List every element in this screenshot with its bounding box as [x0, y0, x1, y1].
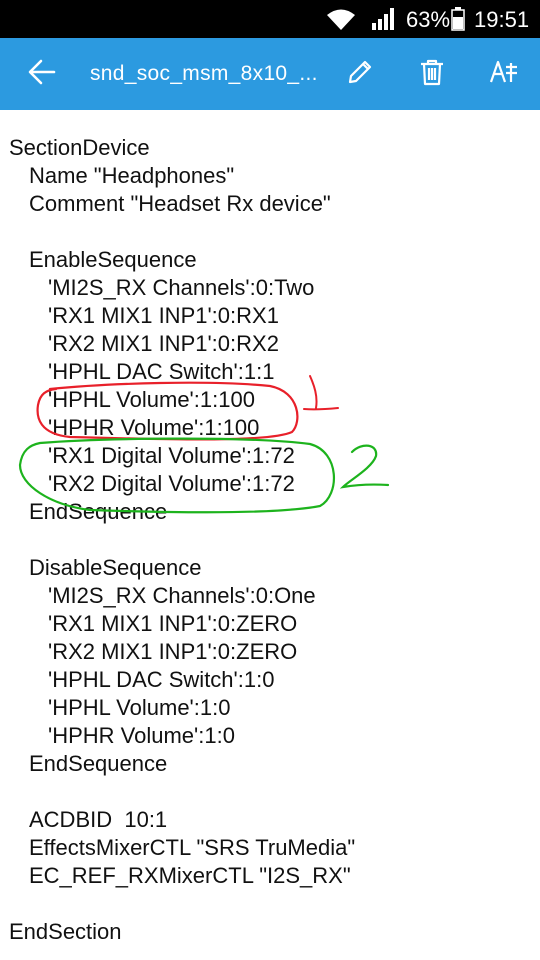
edit-pencil-icon — [346, 58, 374, 91]
document-line: EffectsMixerCTL "SRS TruMedia" — [29, 835, 356, 860]
document-line: 'RX2 MIX1 INP1':0:RX2 — [48, 331, 279, 356]
document-line: 'HPHL Volume':1:0 — [48, 695, 231, 720]
document-line: Name "Headphones" — [29, 163, 235, 188]
document-line: 'HPHR Volume':1:0 — [48, 723, 235, 748]
font-size-button[interactable] — [484, 38, 524, 110]
delete-button[interactable] — [412, 38, 452, 110]
document-line: 'MI2S_RX Channels':0:Two — [48, 275, 315, 300]
document-line: SectionDevice — [9, 135, 150, 160]
document-line: 'RX1 Digital Volume':1:72 — [48, 443, 295, 468]
back-button[interactable] — [20, 38, 64, 110]
wifi-icon — [326, 8, 356, 37]
document-line: DisableSequence — [29, 555, 202, 580]
back-arrow-icon — [28, 59, 56, 90]
document-line: EC_REF_RXMixerCTL "I2S_RX" — [29, 863, 351, 888]
file-title: snd_soc_msm_8x10_... — [90, 62, 318, 85]
document-line: 'HPHR Volume':1:100 — [48, 415, 260, 440]
document-line: 'MI2S_RX Channels':0:One — [48, 583, 316, 608]
clock: 19:51 — [474, 7, 530, 32]
document-content[interactable]: SectionDevice Name "Headphones" Comment "H… — [0, 134, 540, 946]
document-line: 'HPHL DAC Switch':1:0 — [48, 667, 275, 692]
document-line: EndSequence — [29, 499, 168, 524]
document-line: 'RX1 MIX1 INP1':0:RX1 — [48, 303, 279, 328]
document-line: EnableSequence — [29, 247, 197, 272]
signal-icon — [372, 7, 398, 36]
document-line: EndSection — [9, 919, 122, 944]
battery-icon — [451, 7, 465, 36]
document-line: 'HPHL Volume':1:100 — [48, 387, 255, 412]
document-line: 'RX2 Digital Volume':1:72 — [48, 471, 295, 496]
trash-icon — [419, 58, 445, 91]
edit-button[interactable] — [340, 38, 380, 110]
document-line: EndSequence — [29, 751, 168, 776]
document-line: ACDBID 10:1 — [29, 807, 168, 832]
document-line: 'RX1 MIX1 INP1':0:ZERO — [48, 611, 298, 636]
document-line: 'HPHL DAC Switch':1:1 — [48, 359, 275, 384]
app-toolbar: snd_soc_msm_8x10_... — [0, 38, 540, 110]
font-size-icon — [489, 58, 519, 91]
status-bar: 63% 19:51 — [0, 0, 540, 38]
document-line: 'RX2 MIX1 INP1':0:ZERO — [48, 639, 298, 664]
document-line: Comment "Headset Rx device" — [29, 191, 331, 216]
battery-percent: 63% — [406, 7, 451, 32]
